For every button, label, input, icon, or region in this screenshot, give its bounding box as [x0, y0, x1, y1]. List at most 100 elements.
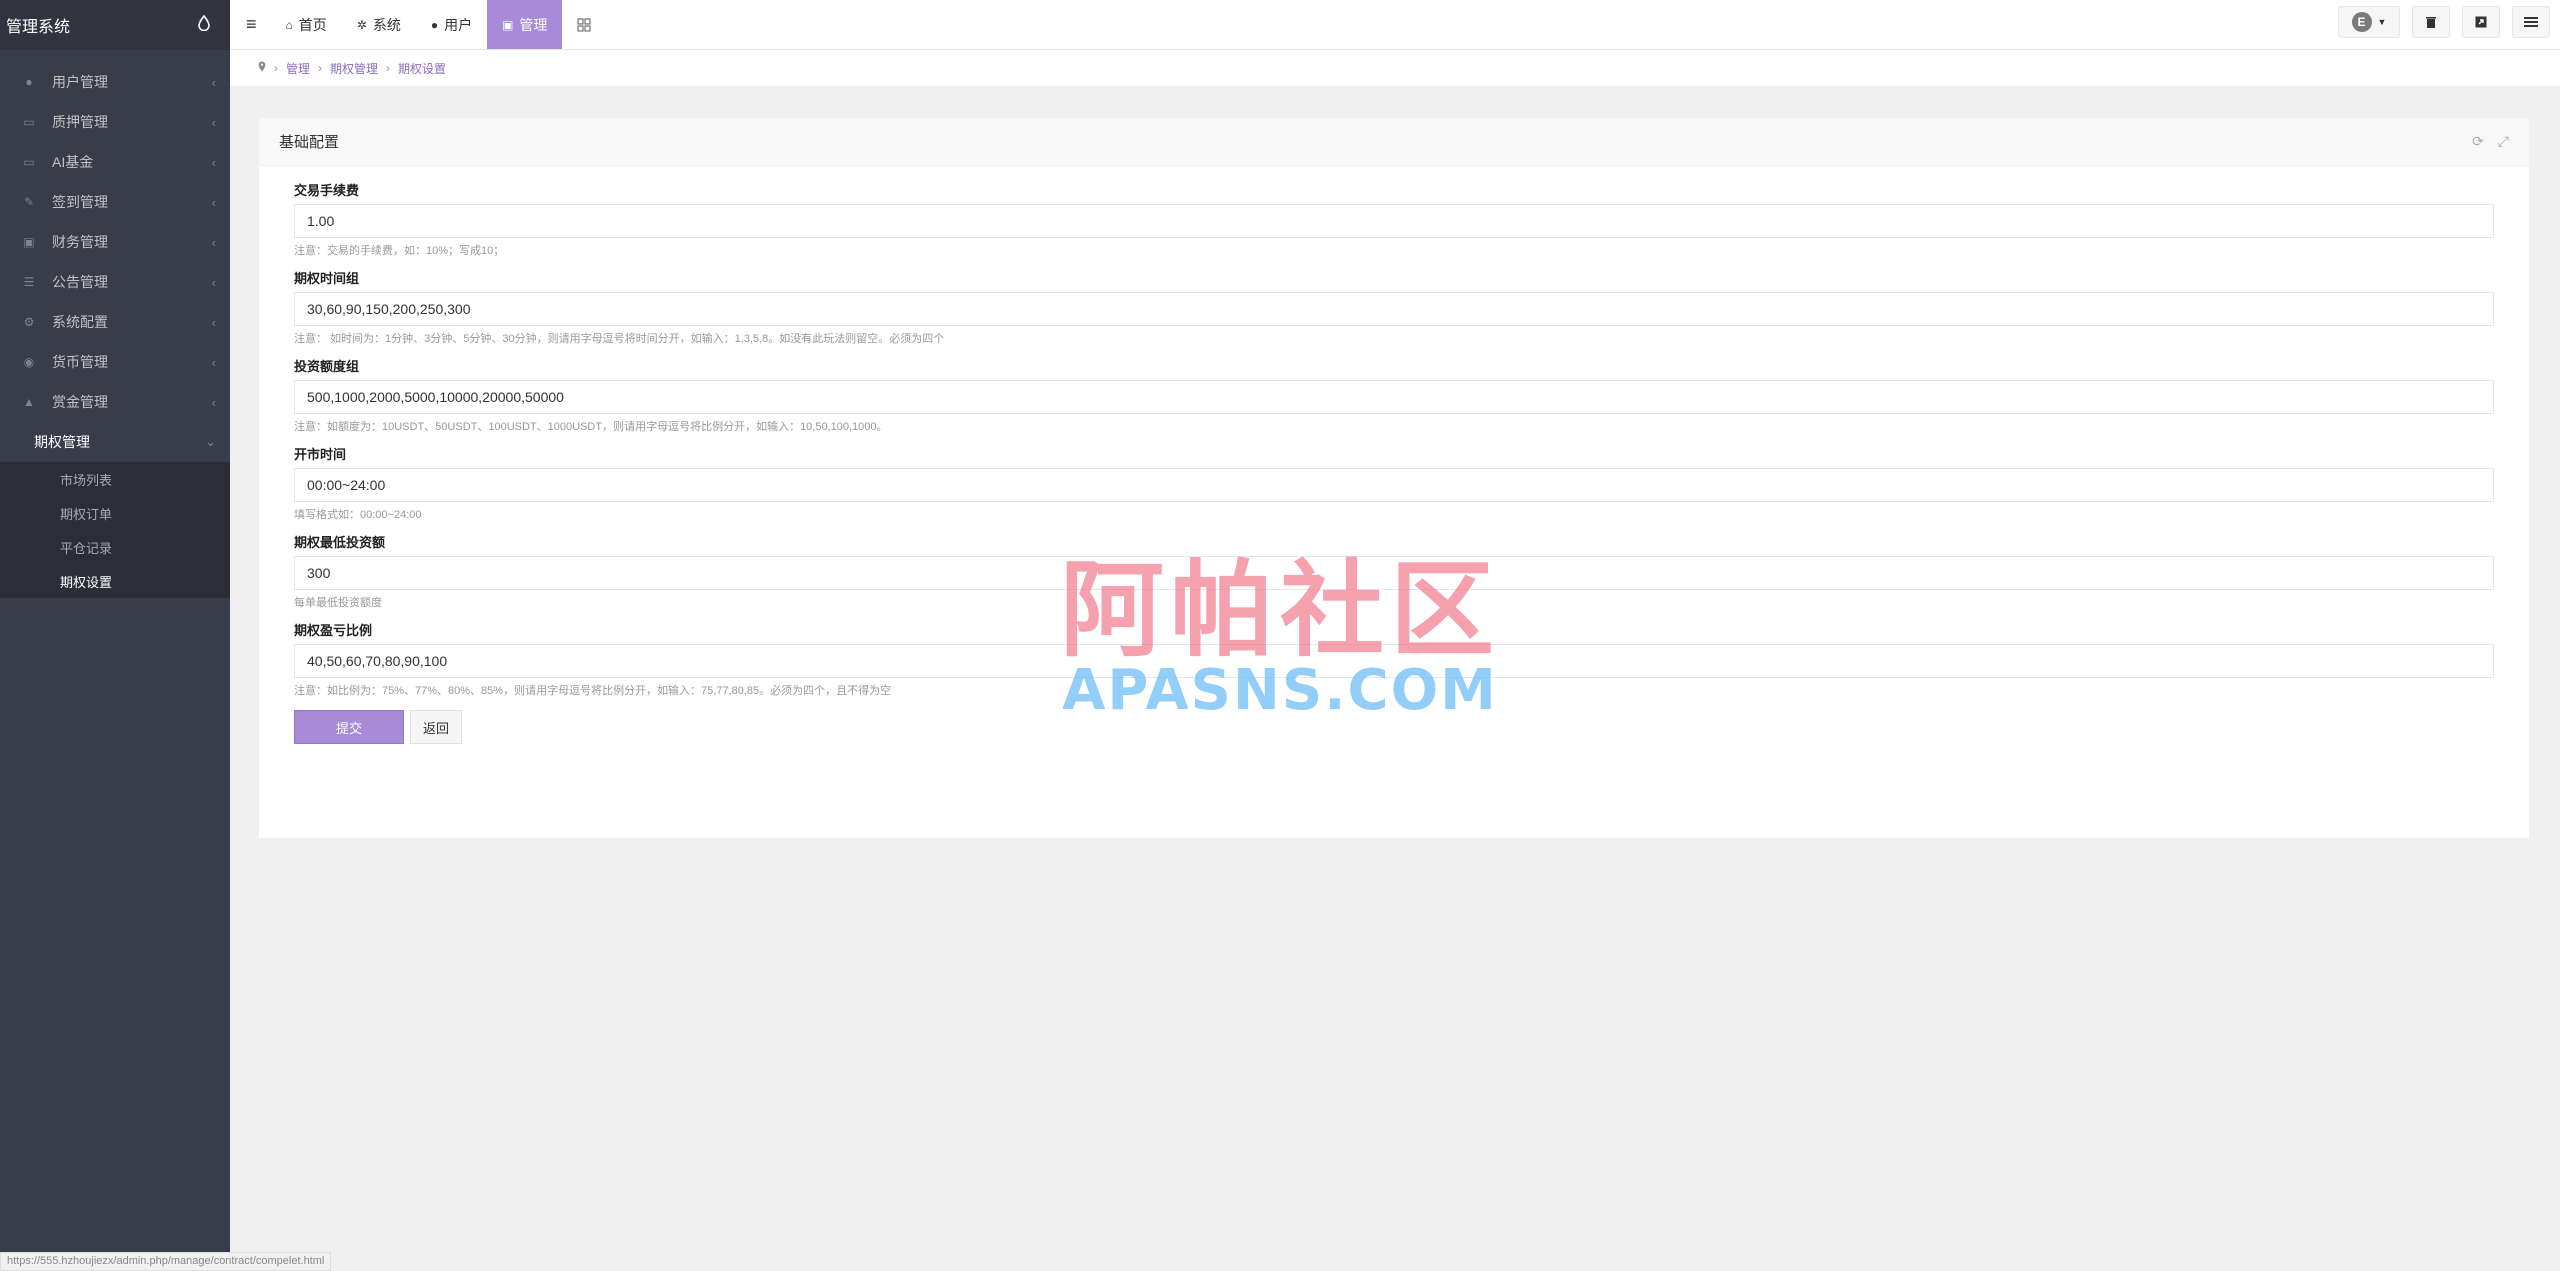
field-label: 期权盈亏比例: [294, 623, 373, 638]
nav-tab-label: 首页: [298, 16, 327, 33]
hamburger-icon[interactable]: ≡: [230, 0, 271, 49]
form-field: 交易手续费注意：交易的手续费，如：10%；写成10；: [294, 182, 2494, 258]
breadcrumb-separator: ›: [274, 61, 278, 75]
grid-icon[interactable]: [562, 0, 606, 49]
refresh-icon[interactable]: ⟳: [2472, 133, 2484, 150]
nav-tab[interactable]: ● 用户: [416, 0, 487, 49]
field-input[interactable]: [294, 380, 2494, 414]
form-field: 期权最低投资额每单最低投资额度: [294, 534, 2494, 610]
user-icon: ●: [430, 17, 439, 32]
location-pin-icon[interactable]: [258, 61, 266, 75]
submit-button[interactable]: 提交: [294, 710, 404, 744]
brand-title: 管理系统: [6, 19, 71, 36]
field-input[interactable]: [294, 556, 2494, 590]
sidebar-subitem[interactable]: 期权订单: [0, 496, 230, 530]
bank-icon: ▲: [23, 395, 35, 409]
breadcrumb-item-options[interactable]: 期权管理: [330, 60, 378, 77]
status-url: https://555.hzhoujiezx/admin.php/manage/…: [0, 1252, 332, 1271]
nav-tab-label: 用户: [444, 16, 473, 33]
home-icon: ⌂: [285, 17, 293, 32]
breadcrumb: › 管理 › 期权管理 › 期权设置: [230, 50, 2560, 86]
sidebar-item[interactable]: ✎ 签到管理 ‹: [0, 182, 230, 222]
field-label: 期权时间组: [294, 271, 360, 286]
briefcase-icon: ▣: [502, 17, 514, 32]
field-input[interactable]: [294, 292, 2494, 326]
chevron-left-icon: ‹: [211, 354, 216, 370]
nav-tab[interactable]: ✲ 系统: [342, 0, 416, 49]
nav-tab[interactable]: ▣ 管理: [487, 0, 563, 49]
form-field: 投资额度组注意：如额度为：10USDT、50USDT、100USDT、1000U…: [294, 358, 2494, 434]
field-hint: 填写格式如：00:00~24:00: [294, 509, 422, 521]
user-dropdown[interactable]: E ▼: [2338, 6, 2400, 38]
fullscreen-icon[interactable]: ⤢: [2498, 133, 2509, 150]
field-hint: 注意：如额度为：10USDT、50USDT、100USDT、1000USDT，则…: [294, 421, 888, 433]
caret-down-icon: ▼: [2377, 17, 2387, 27]
back-button[interactable]: 返回: [410, 710, 462, 744]
sidebar-item[interactable]: ⚙ 系统配置 ‹: [0, 302, 230, 342]
top-header: ≡ ⌂ 首页 ✲ 系统 ● 用户 ▣ 管理 E ▼: [230, 0, 2560, 50]
sidebar-subitem[interactable]: 期权设置: [0, 564, 230, 598]
coin-icon: ◉: [23, 355, 35, 369]
nav-tab-label: 系统: [372, 16, 401, 33]
list-icon: ▭: [23, 115, 35, 129]
panel-tools: ⟳ ⤢: [2472, 133, 2509, 150]
field-hint: 注意：交易的手续费，如：10%；写成10；: [294, 245, 505, 257]
monitor-icon: ▭: [23, 155, 35, 169]
trash-icon[interactable]: [2412, 6, 2450, 38]
header-tools: E ▼: [2338, 6, 2550, 38]
field-label: 投资额度组: [294, 359, 360, 374]
sidebar-item[interactable]: ▭ 质押管理 ‹: [0, 102, 230, 142]
sidebar-item[interactable]: ▣ 财务管理 ‹: [0, 222, 230, 262]
sidebar-item[interactable]: ▭ AI基金 ‹: [0, 142, 230, 182]
external-link-icon[interactable]: [2462, 6, 2500, 38]
field-input[interactable]: [294, 204, 2494, 238]
sidebar-item-label: 质押管理: [52, 114, 108, 130]
cogs-icon: ⚙: [23, 315, 35, 329]
chevron-left-icon: ‹: [211, 74, 216, 90]
sidebar-submenu: 市场列表 期权订单 平仓记录 期权设置: [0, 462, 230, 598]
sidebar-item-label: 财务管理: [52, 234, 108, 250]
form-field: 开市时间填写格式如：00:00~24:00: [294, 446, 2494, 522]
breadcrumb-item-settings[interactable]: 期权设置: [398, 60, 446, 77]
field-hint: 注意： 如时间为：1分钟、3分钟、5分钟、30分钟，则请用字母逗号将时间分开，如…: [294, 333, 945, 345]
panel-title: 基础配置: [279, 134, 340, 151]
sidebar-item-options[interactable]: 期权管理 ⌄: [0, 422, 230, 462]
chevron-left-icon: ‹: [211, 394, 216, 410]
sidebar-item[interactable]: ☰ 公告管理 ‹: [0, 262, 230, 302]
sidebar-subitem[interactable]: 市场列表: [0, 462, 230, 496]
sidebar-subitem[interactable]: 平仓记录: [0, 530, 230, 564]
sidebar-item[interactable]: ◉ 货币管理 ‹: [0, 342, 230, 382]
avatar: E: [2351, 12, 2372, 32]
sidebar-item-label: 货币管理: [52, 354, 108, 370]
brand-bar: 管理系统: [0, 0, 230, 50]
chevron-left-icon: ‹: [211, 194, 216, 210]
chevron-left-icon: ‹: [211, 114, 216, 130]
field-label: 开市时间: [294, 447, 347, 462]
form-field: 期权盈亏比例注意：如比例为：75%、77%、80%、85%，则请用字母逗号将比例…: [294, 622, 2494, 698]
money-icon: ▣: [23, 235, 35, 249]
sidebar-item-label: 系统配置: [52, 314, 108, 330]
field-hint: 每单最低投资额度: [294, 597, 382, 609]
sidebar-item-label: 用户管理: [52, 74, 108, 90]
chevron-left-icon: ‹: [211, 234, 216, 250]
sidebar-item-label: 公告管理: [52, 274, 108, 290]
panel-header: 基础配置 ⟳ ⤢: [259, 118, 2529, 166]
sidebar-item[interactable]: ▲ 赏金管理 ‹: [0, 382, 230, 422]
field-input[interactable]: [294, 644, 2494, 678]
sidebar-item-label: 赏金管理: [52, 394, 108, 410]
field-input[interactable]: [294, 468, 2494, 502]
config-panel: 基础配置 ⟳ ⤢ 交易手续费注意：交易的手续费，如：10%；写成10； 期权时间组…: [259, 118, 2529, 838]
breadcrumb-item-manage[interactable]: 管理: [286, 60, 310, 77]
sidebar-item[interactable]: ● 用户管理 ‹: [0, 62, 230, 102]
gear-icon: ✲: [356, 17, 367, 32]
nav-tab-label: 管理: [519, 16, 548, 33]
water-drop-icon[interactable]: [198, 14, 210, 36]
field-hint: 注意：如比例为：75%、77%、80%、85%，则请用字母逗号将比例分开，如输入…: [294, 685, 892, 697]
nav-tab[interactable]: ⌂ 首页: [271, 0, 342, 49]
sidebar-menu: ● 用户管理 ‹ ▭ 质押管理 ‹ ▭ AI基金 ‹ ✎ 签到管理 ‹ ▣ 财务管理 ‹ ☰ 公告管理 ‹ ⚙ 系统配…: [0, 50, 230, 598]
edit-icon: ✎: [23, 195, 35, 209]
settings-list-icon[interactable]: [2512, 6, 2550, 38]
chevron-left-icon: ‹: [211, 274, 216, 290]
chevron-left-icon: ‹: [211, 314, 216, 330]
sidebar: 管理系统 ● 用户管理 ‹ ▭ 质押管理 ‹ ▭ AI基金 ‹ ✎ 签到管理 ‹ ▣ 财务管理 ‹ ☰ 公告管理…: [0, 0, 230, 1271]
